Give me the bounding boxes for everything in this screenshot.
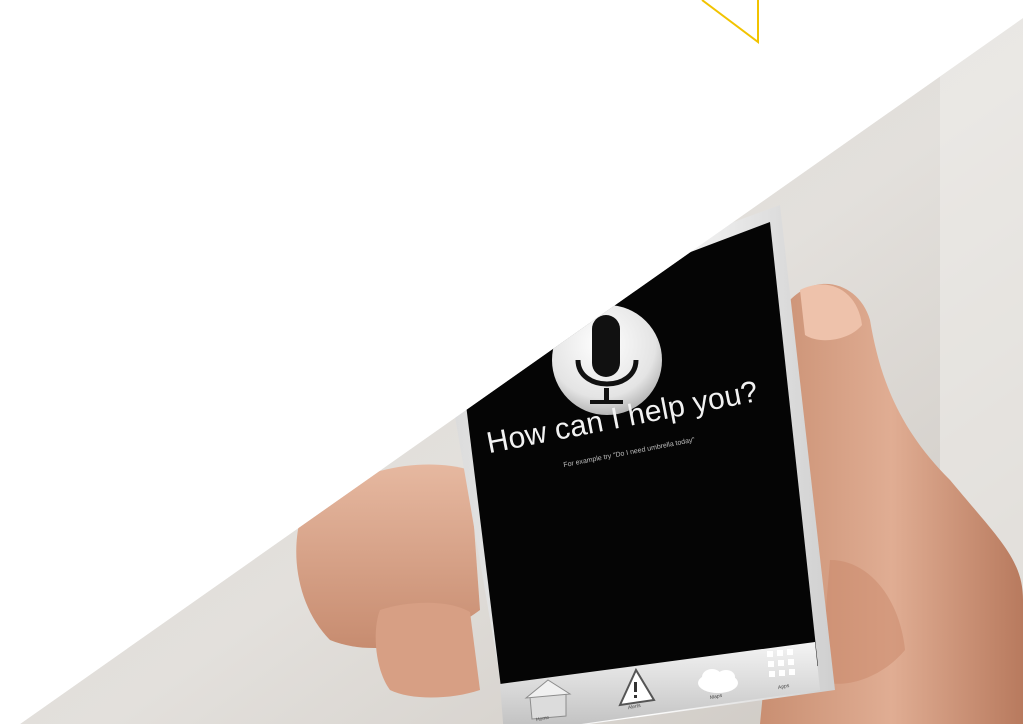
grid-icon[interactable]	[767, 649, 795, 677]
cloud-icon[interactable]	[698, 669, 738, 693]
photo-scene: How can I help you? For example try "Do …	[0, 0, 1023, 724]
hand-holding-phone-photo	[0, 0, 1023, 724]
